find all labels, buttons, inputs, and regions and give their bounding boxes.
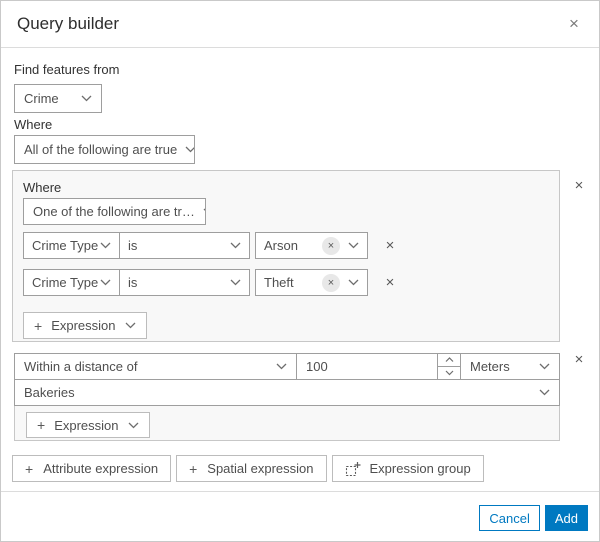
- attribute-expression-label: Attribute expression: [43, 461, 159, 476]
- expression-group-label: Expression group: [369, 461, 471, 476]
- plus-icon: +: [34, 317, 43, 334]
- stepper-down-icon[interactable]: [438, 367, 460, 379]
- target-layer-value: Bakeries: [24, 385, 75, 400]
- add-expression-button[interactable]: + Expression: [23, 312, 147, 339]
- add-expression-button[interactable]: + Expression: [26, 412, 150, 438]
- close-icon[interactable]: ×: [563, 13, 585, 35]
- footer: Cancel Add: [479, 505, 588, 531]
- spatial-expression-button[interactable]: + Spatial expression: [176, 455, 327, 482]
- where-label: Where: [14, 117, 53, 132]
- chevron-down-icon: [539, 363, 550, 370]
- value-select[interactable]: Theft ×: [255, 269, 368, 296]
- value-chip-label: Theft: [264, 275, 294, 290]
- plus-icon: +: [189, 460, 198, 477]
- expression-group-button[interactable]: Expression group: [331, 455, 484, 482]
- chevron-down-icon: [81, 95, 92, 102]
- query-builder-dialog: Query builder × Find features from Crime…: [0, 0, 600, 542]
- distance-input[interactable]: [297, 354, 437, 379]
- chevron-down-icon: [348, 279, 359, 286]
- group-operator-select[interactable]: One of the following are tr…: [23, 198, 206, 225]
- chevron-down-icon: [203, 208, 205, 212]
- find-features-from-label: Find features from: [14, 62, 120, 77]
- chevron-down-icon: [128, 422, 138, 428]
- unit-select-value: Meters: [470, 359, 510, 374]
- spatial-expression-group: Within a distance of Meters Bakeries: [14, 353, 560, 441]
- unit-select[interactable]: Meters: [460, 353, 560, 380]
- field-select-value: Crime Type: [32, 238, 99, 253]
- group-operator-value: One of the following are tr…: [33, 204, 195, 219]
- spatial-expression-label: Spatial expression: [207, 461, 314, 476]
- operator-select[interactable]: is: [119, 232, 250, 259]
- cancel-button[interactable]: Cancel: [479, 505, 540, 531]
- chip-remove-icon[interactable]: ×: [322, 236, 340, 255]
- chevron-down-icon: [100, 242, 111, 249]
- target-layer-select[interactable]: Bakeries: [14, 379, 560, 406]
- operator-select-value: is: [128, 275, 138, 290]
- value-chip-label: Arson: [264, 238, 298, 253]
- distance-stepper: [437, 353, 461, 380]
- chip-remove-icon[interactable]: ×: [322, 273, 340, 292]
- distance-input-wrap: [296, 353, 438, 380]
- dialog-title: Query builder: [17, 14, 120, 33]
- chevron-down-icon: [230, 242, 241, 249]
- operator-select[interactable]: is: [119, 269, 250, 296]
- field-select[interactable]: Crime Type: [23, 232, 120, 259]
- operator-select-value: is: [128, 238, 138, 253]
- field-select[interactable]: Crime Type: [23, 269, 120, 296]
- remove-condition-icon[interactable]: ×: [381, 274, 399, 292]
- plus-icon: +: [25, 460, 34, 477]
- plus-icon: +: [37, 417, 46, 433]
- chevron-down-icon: [100, 279, 111, 286]
- chevron-down-icon: [230, 279, 241, 286]
- remove-group-icon[interactable]: ×: [570, 177, 588, 195]
- chevron-down-icon: [276, 363, 287, 370]
- chevron-down-icon: [348, 242, 359, 249]
- remove-condition-icon[interactable]: ×: [381, 237, 399, 255]
- add-expression-label: Expression: [51, 318, 116, 333]
- top-operator-select[interactable]: All of the following are true: [14, 135, 195, 164]
- group-where-label: Where: [23, 180, 62, 195]
- chevron-down-icon: [125, 322, 135, 329]
- dialog-header: Query builder ×: [1, 1, 599, 48]
- condition-row: Crime Type is Arson × ×: [23, 232, 399, 259]
- footer-divider: [1, 491, 599, 492]
- field-select-value: Crime Type: [32, 275, 99, 290]
- expression-group-icon: [345, 461, 361, 477]
- add-button[interactable]: Add: [544, 505, 588, 531]
- chevron-down-icon: [185, 146, 194, 153]
- chevron-down-icon: [539, 389, 550, 396]
- layer-select-value: Crime: [24, 91, 59, 106]
- layer-select[interactable]: Crime: [14, 84, 102, 113]
- spatial-operator-value: Within a distance of: [24, 359, 138, 374]
- add-expression-label: Expression: [54, 417, 119, 433]
- condition-row: Crime Type is Theft × ×: [23, 269, 399, 296]
- remove-group-icon[interactable]: ×: [570, 351, 588, 369]
- spatial-operator-select[interactable]: Within a distance of: [14, 353, 297, 380]
- spatial-condition-row: Within a distance of Meters: [14, 353, 560, 380]
- value-select[interactable]: Arson ×: [255, 232, 368, 259]
- stepper-up-icon[interactable]: [438, 354, 460, 367]
- nested-expression-group: Where One of the following are tr… Crime…: [12, 170, 560, 342]
- top-operator-value: All of the following are true: [24, 142, 178, 157]
- attribute-expression-button[interactable]: + Attribute expression: [12, 455, 172, 482]
- expression-actions: + Attribute expression + Spatial express…: [12, 455, 484, 482]
